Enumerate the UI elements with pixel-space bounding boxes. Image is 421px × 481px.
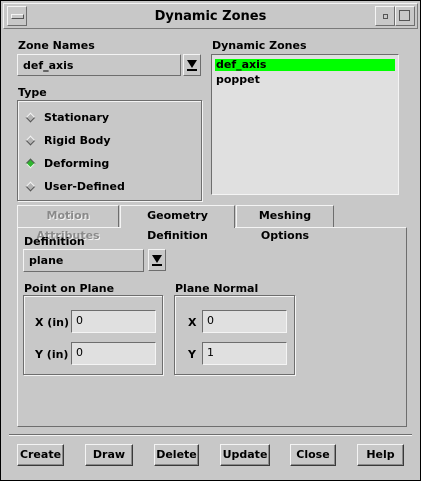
radio-indicator (25, 135, 36, 145)
tab-motion-attributes[interactable]: Motion Attributes (17, 205, 119, 242)
maximize-button[interactable] (395, 6, 415, 26)
normal-y-label: Y (188, 348, 196, 361)
radio-rigid-body[interactable]: Rigid Body (25, 132, 111, 148)
point-y-field[interactable]: 0 (71, 342, 156, 365)
draw-button[interactable]: Draw (85, 444, 133, 466)
minimize-button[interactable] (375, 6, 395, 26)
radio-indicator (25, 181, 36, 191)
maximize-icon (399, 10, 410, 21)
normal-x-label: X (188, 316, 197, 329)
definition-dropdown-button[interactable] (148, 249, 166, 271)
chevron-down-icon (152, 255, 162, 266)
separator (9, 434, 412, 436)
definition-value: plane (29, 254, 64, 267)
normal-y-field[interactable]: 1 (202, 342, 287, 365)
zone-names-dropdown-button[interactable] (183, 54, 201, 76)
zone-names-label: Zone Names (18, 39, 95, 52)
title-bar[interactable]: Dynamic Zones (3, 3, 418, 29)
zone-names-dropdown[interactable]: def_axis (17, 54, 181, 76)
point-x-field[interactable]: 0 (71, 310, 156, 333)
radio-deforming[interactable]: Deforming (25, 155, 109, 171)
window-title: Dynamic Zones (154, 9, 267, 24)
dynamic-zones-window: Dynamic Zones Zone Names def_axis Type S… (0, 0, 421, 481)
plane-normal-group: X 0 Y 1 (174, 295, 295, 375)
dynamic-zones-label: Dynamic Zones (212, 39, 307, 52)
point-y-label: Y (in) (35, 348, 69, 361)
chevron-down-icon (187, 60, 197, 71)
plane-normal-label: Plane Normal (175, 282, 259, 295)
radio-user-defined[interactable]: User-Defined (25, 178, 125, 194)
list-item-selected[interactable]: def_axis (215, 59, 395, 71)
radio-indicator (25, 112, 36, 122)
tab-panel-geometry-definition: Definition plane Point on Plane X (in) 0… (17, 227, 407, 427)
type-label: Type (18, 86, 47, 99)
minimize-icon (383, 14, 388, 19)
point-on-plane-group: X (in) 0 Y (in) 0 (23, 295, 163, 375)
tab-geometry-definition[interactable]: Geometry Definition (120, 205, 235, 242)
zone-names-value: def_axis (23, 59, 74, 72)
definition-label: Definition (24, 235, 85, 248)
update-button[interactable]: Update (220, 444, 270, 466)
close-button[interactable]: Close (290, 444, 336, 466)
definition-dropdown[interactable]: plane (23, 249, 144, 272)
delete-button[interactable]: Delete (154, 444, 199, 466)
help-button[interactable]: Help (357, 444, 404, 466)
create-button[interactable]: Create (17, 444, 64, 466)
point-x-label: X (in) (35, 316, 69, 329)
radio-indicator-selected (25, 158, 36, 168)
normal-x-field[interactable]: 0 (202, 310, 287, 333)
point-on-plane-label: Point on Plane (24, 282, 115, 295)
tab-meshing-options[interactable]: Meshing Options (236, 205, 334, 242)
radio-stationary[interactable]: Stationary (25, 109, 109, 125)
list-item[interactable]: poppet (215, 74, 395, 86)
type-group: Stationary Rigid Body Deforming User-Def… (17, 100, 202, 201)
dynamic-zones-list[interactable]: def_axis poppet (211, 54, 399, 195)
